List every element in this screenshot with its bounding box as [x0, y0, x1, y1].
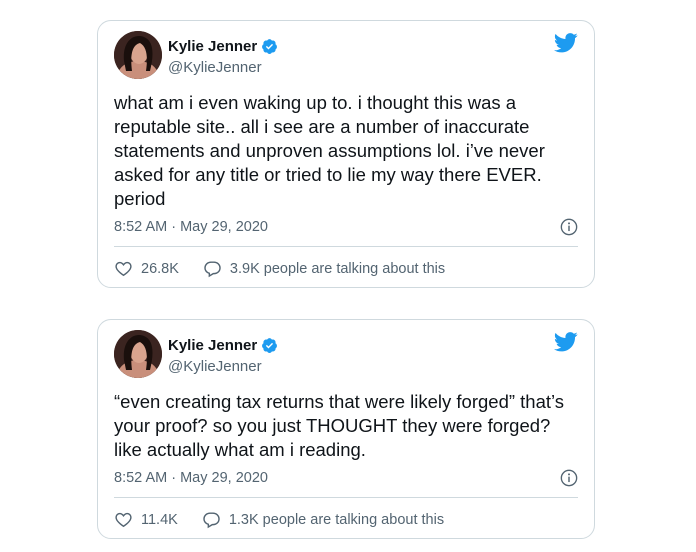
verified-badge-icon: [262, 39, 278, 54]
verified-badge-icon: [262, 338, 278, 353]
talking-count: 1.3K people are talking about this: [228, 511, 445, 528]
like-button[interactable]: 26.8K: [114, 259, 179, 278]
author-handle[interactable]: @KylieJenner: [168, 358, 262, 375]
tweet-actions: 11.4K 1.3K people are talking about this: [114, 510, 578, 529]
avatar-image-icon: [114, 31, 162, 79]
author-name[interactable]: Kylie Jenner: [168, 337, 257, 354]
heart-icon: [115, 512, 132, 528]
author-name-row[interactable]: Kylie Jenner: [168, 38, 278, 55]
speech-bubble-icon: [203, 512, 220, 529]
tweet-card[interactable]: Kylie Jenner @KylieJenner “even creating…: [97, 319, 595, 539]
heart-icon: [115, 261, 132, 277]
divider: [114, 497, 578, 498]
tweet-text: what am i even waking up to. i thought t…: [114, 92, 545, 209]
info-icon[interactable]: [560, 218, 578, 236]
info-icon[interactable]: [560, 469, 578, 487]
tweet-actions: 26.8K 3.9K people are talking about this: [114, 259, 578, 278]
conversation-link[interactable]: 3.9K people are talking about this: [203, 259, 445, 278]
divider: [114, 246, 578, 247]
tweet-text: “even creating tax returns that were lik…: [114, 391, 565, 460]
author-name[interactable]: Kylie Jenner: [168, 38, 257, 55]
avatar[interactable]: [114, 31, 162, 79]
talking-count: 3.9K people are talking about this: [229, 260, 446, 277]
tweet-timestamp[interactable]: 8:52 AM · May 29, 2020: [114, 470, 268, 486]
like-count: 11.4K: [141, 511, 178, 528]
tweet-timestamp[interactable]: 8:52 AM · May 29, 2020: [114, 219, 268, 235]
speech-bubble-icon: [204, 261, 221, 278]
like-count: 26.8K: [141, 260, 179, 277]
twitter-bird-icon[interactable]: [554, 33, 578, 53]
author-name-row[interactable]: Kylie Jenner: [168, 337, 278, 354]
conversation-link[interactable]: 1.3K people are talking about this: [202, 510, 444, 529]
twitter-bird-icon[interactable]: [554, 332, 578, 352]
like-button[interactable]: 11.4K: [114, 510, 178, 529]
avatar-image-icon: [114, 330, 162, 378]
tweet-card[interactable]: Kylie Jenner @KylieJenner what am i even…: [97, 20, 595, 288]
author-handle[interactable]: @KylieJenner: [168, 59, 262, 76]
avatar[interactable]: [114, 330, 162, 378]
